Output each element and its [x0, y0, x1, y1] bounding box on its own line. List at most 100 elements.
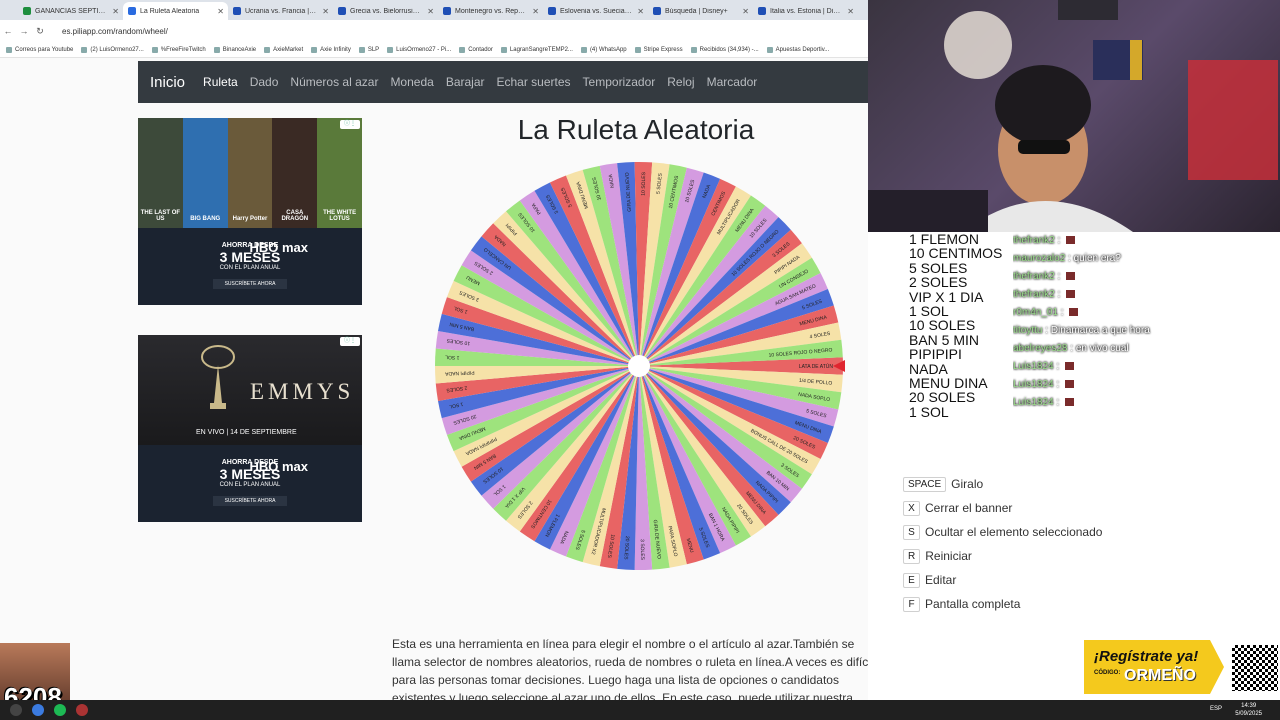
tab-close-icon[interactable]: ✕: [637, 7, 644, 16]
emmys-ad-banner[interactable]: EMMYS EN VIVO | 14 DE SEPTIEMBRE AHORRA …: [138, 335, 362, 522]
bookmark-item[interactable]: Axie Infinity: [311, 46, 351, 53]
nav-link[interactable]: Ruleta: [203, 75, 238, 89]
bookmark-item[interactable]: BinanceAxie: [213, 46, 256, 53]
chat-separator: :: [1053, 397, 1062, 408]
tab-favicon-icon: [128, 7, 136, 15]
ad-subscribe-button[interactable]: SUSCRÍBETE AHORA: [213, 279, 287, 289]
tab-label: Ucrania vs. Francia | Disney+: [245, 7, 317, 15]
browser-tab[interactable]: Ucrania vs. Francia | Disney+ ✕: [228, 2, 333, 20]
bookmark-icon: [690, 46, 697, 53]
bookmark-item[interactable]: Recibidos (34,934) -...: [690, 46, 759, 53]
shortcut-label: Pantalla completa: [925, 597, 1021, 611]
chat-username: thefrank2: [1013, 289, 1055, 300]
shortcut-key[interactable]: S: [903, 524, 920, 540]
bookmark-item[interactable]: LagranSangreTEMP2...: [500, 46, 573, 53]
ad-poster: CASA DRAGÓN: [272, 118, 318, 228]
browser-tab[interactable]: La Ruleta Aleatoria ✕: [123, 2, 228, 20]
bookmark-label: LagranSangreTEMP2...: [509, 46, 573, 53]
hbo-max-ad-banner[interactable]: THE LAST OF US BIG BANG Harry Potter CASA D…: [138, 118, 362, 305]
bookmark-item[interactable]: AxieMarket: [264, 46, 303, 53]
tab-close-icon[interactable]: ✕: [112, 7, 119, 16]
emote-icon: [1064, 380, 1074, 389]
start-icon[interactable]: [10, 704, 22, 716]
shortcut-key[interactable]: X: [903, 500, 920, 516]
spotify-taskbar-icon[interactable]: [54, 704, 66, 716]
bookmark-item[interactable]: (2) LuisOrmeno27...: [81, 46, 144, 53]
chat-username: thefrank2: [1013, 271, 1055, 282]
back-icon[interactable]: ←: [0, 26, 16, 36]
shortcut-key[interactable]: SPACE: [903, 476, 947, 492]
bookmark-icon: [264, 46, 271, 53]
emote-icon: [1066, 236, 1076, 245]
nav-link[interactable]: Temporizador: [583, 75, 656, 89]
bookmark-item[interactable]: LuisOrmeno27 - Pi...: [387, 46, 451, 53]
roulette-wheel[interactable]: LATA DE ATÚN1/4 DE POLLONADA SOPLO5 SOLE…: [433, 160, 845, 572]
nav-link[interactable]: Números al azar: [290, 75, 378, 89]
chat-username: Luis1824: [1013, 397, 1054, 408]
bookmark-item[interactable]: (4) WhatsApp: [580, 46, 627, 53]
tab-close-icon[interactable]: ✕: [427, 7, 434, 16]
shortcut-label: Ocultar el elemento seleccionado: [925, 525, 1103, 539]
browser-tab[interactable]: Eslovenia vs. Suecia | Disney+ ✕: [543, 2, 648, 20]
bookmark-icon: [81, 46, 88, 53]
prize-item: 5 SOLES: [909, 259, 968, 276]
ad-subscribe-button[interactable]: SUSCRÍBETE AHORA: [213, 496, 287, 506]
tab-label: Grecia vs. Bielorrusia | Disney+: [350, 7, 422, 15]
chat-text: Dinamarca a que hora: [1050, 325, 1150, 336]
browser-tab[interactable]: Italia vs. Estonia | Disney+ ✕: [753, 2, 858, 20]
chrome-taskbar-icon[interactable]: [32, 704, 44, 716]
reload-icon[interactable]: ↻: [32, 26, 48, 37]
bookmark-item[interactable]: %FreeFireTwitch: [151, 46, 206, 53]
bookmark-item[interactable]: Contador: [459, 46, 493, 53]
chat-username: Luis1824: [1013, 379, 1054, 390]
bookmark-item[interactable]: SLP: [358, 46, 379, 53]
forward-icon[interactable]: →: [16, 26, 32, 36]
nav-link[interactable]: Reloj: [667, 75, 694, 89]
nav-link[interactable]: Moneda: [390, 75, 433, 89]
nav-link[interactable]: Dado: [250, 75, 279, 89]
tab-close-icon[interactable]: ✕: [742, 7, 749, 16]
browser-tab[interactable]: Montenegro vs. República Checa ✕: [438, 2, 543, 20]
tab-favicon-icon: [23, 7, 31, 15]
ad-poster: BIG BANG: [182, 118, 228, 228]
prize-item: 20 SOLES: [909, 389, 976, 406]
language-indicator[interactable]: ESP: [1210, 706, 1222, 712]
prize-item: BAN 5 MIN: [909, 331, 980, 348]
browser-tab[interactable]: GANANCIAS SEPTIEMBRE ✕: [18, 2, 123, 20]
shortcut-key[interactable]: E: [903, 572, 920, 588]
bookmark-item[interactable]: Stripe Express: [634, 46, 683, 53]
bookmark-item[interactable]: Correos para Youtube: [6, 46, 73, 53]
bookmark-item[interactable]: Apuestas Deportiv...: [766, 46, 829, 53]
tab-favicon-icon: [758, 7, 766, 15]
nav-link[interactable]: Marcador: [707, 75, 758, 89]
shortcut-key[interactable]: R: [903, 548, 921, 564]
chat-message: Luis1824 :: [1013, 358, 1280, 376]
clock-time: 14:39: [1241, 703, 1257, 709]
chat-username: r0m4n_01: [1013, 307, 1059, 318]
tab-close-icon[interactable]: ✕: [217, 7, 224, 16]
url-field[interactable]: es.piliapp.com/random/wheel/: [62, 27, 168, 36]
system-clock[interactable]: 14:39 5/09/2025: [1235, 702, 1262, 718]
promo-code-label: CÓDIGO:: [1094, 670, 1121, 676]
ad-choices-icon[interactable]: ⓘ⋮: [340, 120, 360, 129]
nav-link[interactable]: Barajar: [446, 75, 485, 89]
chat-separator: :: [1054, 289, 1064, 300]
promo-code: ORMEÑO: [1124, 667, 1196, 684]
shortcut-row: X Cerrar el banner: [903, 496, 1102, 520]
emmys-date: EN VIVO | 14 DE SEPTIEMBRE: [196, 429, 297, 436]
obs-taskbar-icon[interactable]: [76, 704, 88, 716]
tab-label: La Ruleta Aleatoria: [140, 7, 200, 15]
ad-choices-icon[interactable]: ⓘ⋮: [340, 337, 360, 346]
bookmark-icon: [6, 46, 12, 53]
chat-separator: :: [1053, 361, 1062, 372]
nav-link[interactable]: Echar suertes: [497, 75, 571, 89]
tab-close-icon[interactable]: ✕: [532, 7, 539, 16]
shortcut-key[interactable]: F: [903, 596, 920, 612]
browser-tab[interactable]: Grecia vs. Bielorrusia | Disney+ ✕: [333, 2, 438, 20]
nav-brand-link[interactable]: Inicio: [150, 74, 185, 91]
chat-message: maurozalo2 : quien era?: [1013, 250, 1280, 268]
browser-tab[interactable]: Búsqueda | Disney+ ✕: [648, 2, 753, 20]
tab-close-icon[interactable]: ✕: [322, 7, 329, 16]
tab-close-icon[interactable]: ✕: [847, 7, 854, 16]
tab-label: Italia vs. Estonia | Disney+: [770, 7, 842, 15]
